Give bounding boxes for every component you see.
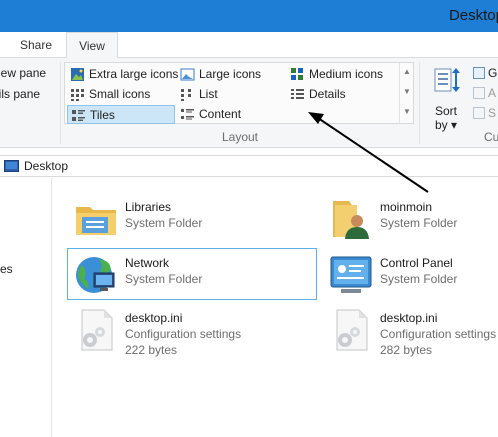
list-icon: [181, 89, 191, 101]
extra-large-icons-icon: [71, 68, 84, 81]
layout-extra-large-icons[interactable]: Extra large icons: [67, 65, 179, 84]
file-name: desktop.ini: [380, 311, 438, 325]
size-columns-button[interactable]: S: [473, 104, 498, 122]
layout-gallery: Extra large icons Large icons Medium ico…: [64, 62, 414, 124]
layout-details[interactable]: Details: [287, 85, 395, 104]
small-icons-icon: [71, 89, 84, 101]
address-path: Desktop: [24, 159, 69, 173]
layout-label: Content: [199, 107, 242, 121]
navigation-pane-button[interactable]: view pane: [0, 66, 46, 80]
layout-label: List: [199, 87, 218, 101]
file-tile[interactable]: Control Panel System Folder: [323, 249, 498, 301]
details-pane-button[interactable]: ails pane: [0, 87, 40, 101]
control-panel-icon: [330, 256, 372, 293]
navigation-pane: s ces s: [0, 178, 52, 437]
ribbon-tabs: Share View: [0, 32, 498, 59]
large-icons-icon: [180, 68, 195, 81]
file-type: System Folder: [380, 272, 458, 286]
details-icon: [291, 89, 304, 99]
file-type: System Folder: [125, 216, 203, 230]
file-name: desktop.ini: [125, 311, 183, 325]
group-by-icon: [473, 67, 485, 79]
scroll-up-icon[interactable]: ▲: [403, 67, 411, 76]
file-size: 282 bytes: [380, 343, 433, 357]
file-size: 222 bytes: [125, 343, 178, 357]
file-name: Control Panel: [380, 256, 453, 270]
desktop-icon: [4, 160, 19, 172]
layout-label: Details: [309, 87, 346, 101]
file-type: System Folder: [380, 216, 458, 230]
config-file-icon: [336, 309, 368, 351]
layout-label: Medium icons: [309, 67, 384, 81]
sort-icon: [434, 68, 460, 92]
file-type: System Folder: [125, 272, 203, 286]
layout-small-icons[interactable]: Small icons: [67, 85, 175, 104]
file-tile[interactable]: Network System Folder: [67, 248, 317, 300]
file-tile[interactable]: Libraries System Folder: [68, 193, 318, 245]
file-list: Libraries System Folder moinmoin System …: [53, 178, 498, 437]
layout-list[interactable]: List: [177, 85, 285, 104]
libraries-icon: [76, 207, 116, 235]
tab-share[interactable]: Share: [10, 32, 62, 58]
file-type: Configuration settings: [125, 327, 242, 341]
file-name: moinmoin: [380, 200, 433, 214]
user-folder-icon: [333, 201, 369, 239]
nav-item[interactable]: ces: [0, 262, 13, 276]
window-title: Desktop: [448, 7, 498, 24]
layout-group-label: Layout: [221, 130, 259, 144]
network-icon: [76, 257, 115, 293]
ribbon: view pane ails pane Extra large icons La…: [0, 58, 498, 148]
scroll-down-icon[interactable]: ▼: [403, 87, 411, 96]
layout-label: Tiles: [90, 108, 115, 122]
file-type: Configuration settings: [380, 327, 497, 341]
file-tile[interactable]: desktop.ini Configuration settings 222 b…: [68, 304, 318, 357]
layout-content[interactable]: Content: [177, 105, 285, 124]
ribbon-divider: [419, 62, 420, 144]
file-tile[interactable]: desktop.ini Configuration settings 282 b…: [323, 304, 498, 357]
sort-by-button[interactable]: Sort by ▾: [424, 64, 468, 132]
current-view-group-label: Cu: [484, 130, 498, 144]
layout-label: Small icons: [89, 87, 151, 101]
file-name: Libraries: [125, 200, 172, 214]
group-by-button[interactable]: G: [473, 64, 498, 82]
expand-gallery-icon[interactable]: ▼: [403, 107, 411, 116]
tab-view[interactable]: View: [66, 32, 118, 59]
layout-label: Extra large icons: [89, 67, 179, 81]
content-icon: [181, 109, 194, 120]
ribbon-divider: [60, 62, 61, 144]
layout-medium-icons[interactable]: Medium icons: [287, 65, 395, 84]
add-columns-button[interactable]: A: [473, 84, 498, 102]
sort-sub-label: by ▾: [434, 118, 458, 132]
add-columns-icon: [473, 87, 485, 99]
layout-label: Large icons: [199, 67, 262, 81]
config-file-icon: [81, 309, 113, 351]
file-tile[interactable]: moinmoin System Folder: [323, 193, 498, 245]
layout-tiles[interactable]: Tiles: [67, 105, 175, 124]
layout-gallery-scroll: ▲ ▼ ▼: [399, 63, 413, 123]
tiles-icon: [72, 110, 85, 121]
size-columns-icon: [473, 107, 485, 119]
layout-large-icons[interactable]: Large icons: [177, 65, 285, 84]
address-bar[interactable]: Desktop: [0, 155, 498, 177]
file-name: Network: [125, 256, 170, 270]
medium-icons-icon: [291, 68, 303, 80]
title-bar: Desktop: [0, 0, 498, 32]
sort-label: Sort: [434, 104, 457, 118]
